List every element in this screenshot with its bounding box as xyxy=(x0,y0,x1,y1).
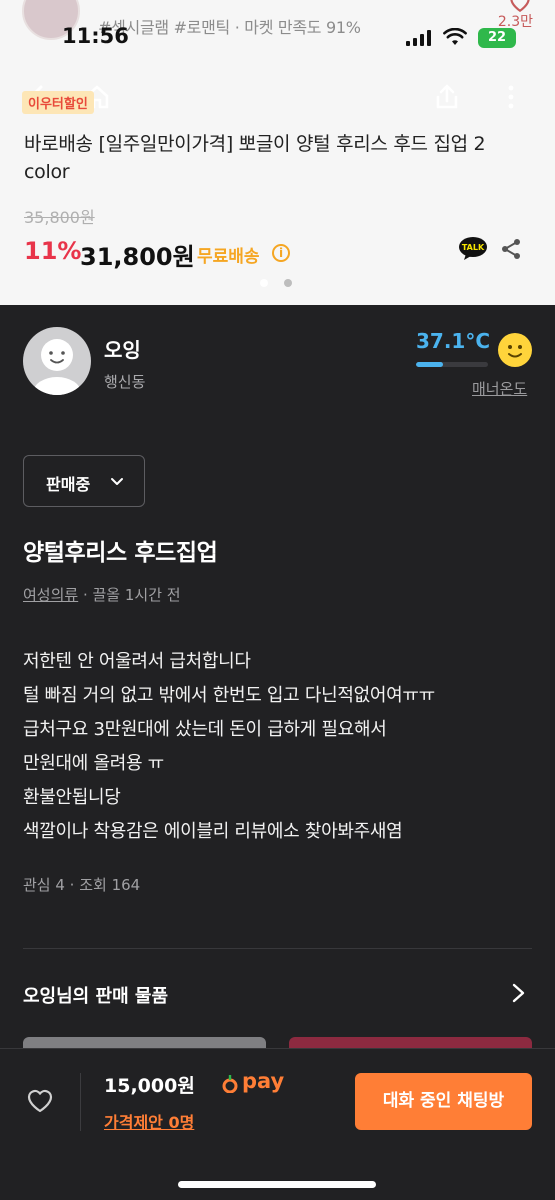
sale-status-label: 판매중 xyxy=(46,475,91,494)
home-indicator xyxy=(178,1181,376,1188)
price-offer-link[interactable]: 가격제안 0명 xyxy=(104,1109,194,1133)
post-meta: 여성의류 · 끌올 1시간 전 xyxy=(23,584,181,605)
post-stats: 관심 4 · 조회 164 xyxy=(23,876,141,894)
chat-room-button[interactable]: 대화 중인 채팅방 xyxy=(355,1073,532,1130)
battery-icon: 22 xyxy=(478,28,516,48)
temperature-bar xyxy=(416,362,488,367)
kakao-talk-icon: TALK xyxy=(459,237,487,260)
description-line: 환불안됩니당 xyxy=(23,787,121,808)
pay-label: pay xyxy=(242,1069,285,1093)
manner-temperature: 37.1°C xyxy=(416,329,491,353)
smile-icon xyxy=(498,333,532,367)
chevron-down-icon xyxy=(111,478,123,485)
post-title: 양털후리스 후드집업 xyxy=(23,540,218,566)
talk-label: TALK xyxy=(462,243,485,252)
wifi-icon xyxy=(443,28,467,45)
upload-icon[interactable] xyxy=(432,82,462,112)
item-price: 15,000원 xyxy=(104,1075,195,1097)
manner-temp-link[interactable]: 매너온도 xyxy=(472,378,527,399)
listing-title: 바로배송 [일주일만이가격] 뽀글이 양털 후리스 후드 집업 2 color xyxy=(24,133,486,183)
original-price: 35,800원 xyxy=(24,208,95,227)
share-icon xyxy=(502,239,520,259)
more-icon[interactable] xyxy=(496,82,526,112)
description-line: 저한텐 안 어울려서 급처합니다 xyxy=(23,651,251,672)
seller-items-title[interactable]: 오잉님의 판매 물품 xyxy=(23,982,168,1008)
pager-dot-active xyxy=(260,279,268,287)
temperature-bar-fill xyxy=(416,362,443,367)
avatar-face-icon xyxy=(33,339,81,395)
post-description: 저한텐 안 어울려서 급처합니다 털 빠짐 거의 없고 밖에서 한번도 입고 다… xyxy=(23,645,538,849)
description-line: 색깔이나 착용감은 에이블리 리뷰에소 찾아봐주새염 xyxy=(23,821,403,842)
free-shipping-label: 무료배송 xyxy=(197,247,260,267)
pager-dot xyxy=(284,279,292,287)
category-link[interactable]: 여성의류 xyxy=(23,586,78,604)
seller-location: 행신동 xyxy=(104,373,146,391)
signal-icon xyxy=(406,30,432,46)
description-line: 만원대에 올려용 ㅠ xyxy=(23,753,164,774)
discount-rate: 11% xyxy=(24,237,82,265)
info-icon: i xyxy=(272,244,290,262)
seller-avatar[interactable] xyxy=(23,327,91,395)
promo-badge: 이우터할인 xyxy=(22,91,94,114)
description-line: 털 빠짐 거의 없고 밖에서 한번도 입고 다닌적없어여ㅠㅠ xyxy=(23,685,435,706)
seller-name[interactable]: 오잉 xyxy=(104,334,141,363)
post-time: · 끌올 1시간 전 xyxy=(78,586,181,604)
bottom-action-bar: 15,000원 pay 가격제안 0명 대화 중인 채팅방 xyxy=(0,1048,555,1200)
chevron-right-icon[interactable] xyxy=(507,981,529,1005)
divider xyxy=(23,948,532,949)
listing-price: 31,800원 xyxy=(80,243,195,271)
sale-status-dropdown[interactable]: 판매중 xyxy=(23,455,145,507)
status-bar: 11:56 22 xyxy=(0,18,555,58)
product-photo[interactable]: #섹시글램 #로맨틱 · 마켓 만족도 91% 2.3만 11:56 22 이우… xyxy=(0,0,555,305)
carrot-icon xyxy=(222,1075,238,1093)
heart-icon[interactable] xyxy=(25,1085,55,1115)
description-line: 급처구요 3만원대에 샀는데 돈이 급하게 필요해서 xyxy=(23,719,387,740)
vertical-divider xyxy=(80,1073,81,1131)
clock: 11:56 xyxy=(62,24,129,48)
image-pager xyxy=(260,279,296,287)
